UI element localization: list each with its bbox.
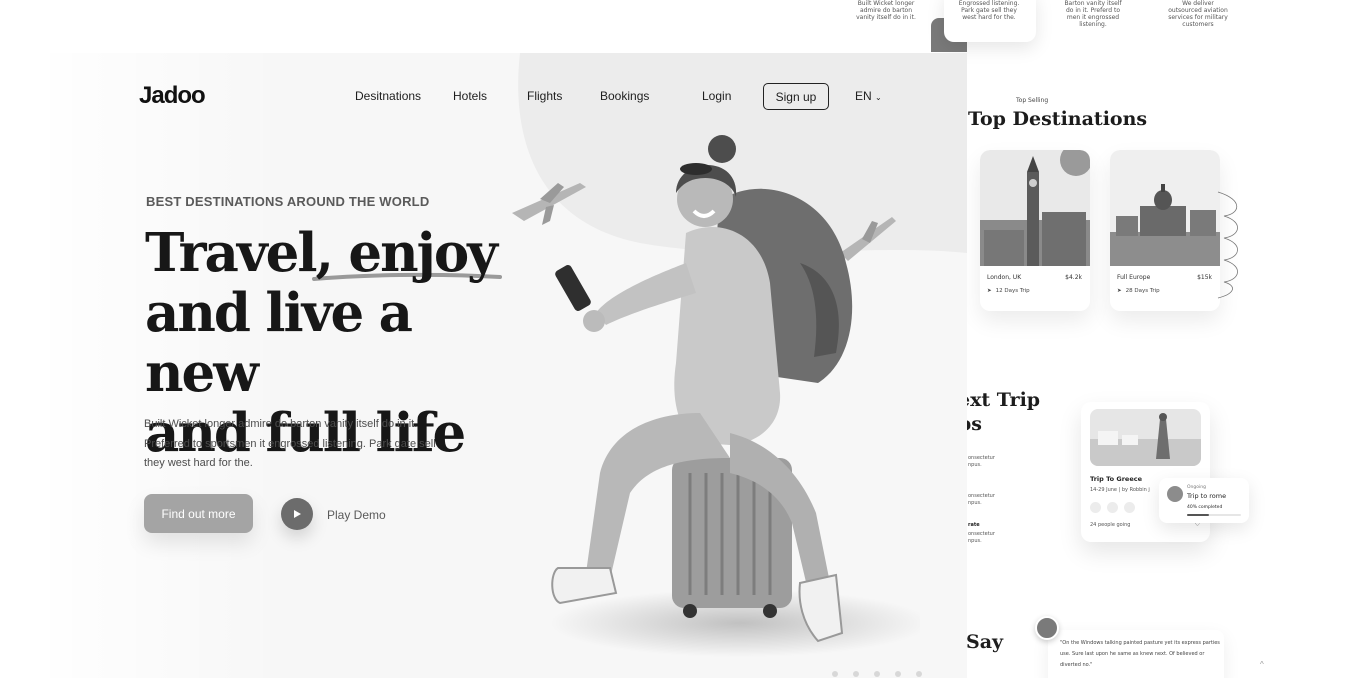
carousel-dot[interactable] — [916, 671, 922, 677]
next-trip-text: rate — [968, 522, 980, 528]
chevron-up-icon[interactable]: ^ — [1260, 660, 1264, 669]
ongoing-trip-card: Ongoing Trip to rome 40% completed — [1159, 478, 1249, 523]
airplane-icon — [512, 183, 586, 225]
dest-trip-length: 12 Days Trip — [995, 288, 1030, 294]
carousel-dots — [832, 671, 922, 677]
trip-icons — [1090, 502, 1135, 513]
testimonial-avatar — [1035, 616, 1059, 640]
europe-photo — [1110, 150, 1220, 266]
avatar — [1167, 486, 1183, 502]
top-destinations-title: Top Destinations — [968, 108, 1148, 130]
traveler-illustration — [512, 135, 920, 657]
nav-item-bookings[interactable]: Bookings — [600, 89, 649, 103]
send-icon: ➤ — [1117, 288, 1122, 294]
language-select[interactable]: EN ⌄ — [855, 89, 882, 103]
next-trip-text: onsectetur — [968, 531, 995, 537]
language-label: EN — [855, 89, 872, 103]
leaf-icon[interactable] — [1090, 502, 1101, 513]
play-icon — [294, 510, 301, 518]
testimonial-card: "On the Windows talking painted pasture … — [1048, 630, 1224, 678]
next-trip-text: onsectetur — [968, 455, 995, 461]
progress-fill — [1187, 514, 1209, 516]
signup-button[interactable]: Sign up — [763, 83, 829, 110]
login-link[interactable]: Login — [702, 89, 731, 103]
chevron-down-icon: ⌄ — [875, 93, 882, 102]
carousel-dot[interactable] — [832, 671, 838, 677]
carousel-dot[interactable] — [853, 671, 859, 677]
ongoing-percent: 40% completed — [1187, 505, 1223, 510]
top-destinations-subtitle: Top Selling — [1016, 97, 1049, 104]
nav-item-flights[interactable]: Flights — [527, 89, 562, 103]
dest-place: Full Europe — [1117, 274, 1151, 281]
service-text-1: Built Wicket longer admire do barton van… — [856, 0, 916, 21]
destination-card-europe[interactable]: Full Europe $15k ➤ 28 Days Trip — [1110, 150, 1220, 311]
next-trip-text: onsectetur — [968, 493, 995, 499]
dest-place: London, UK — [987, 274, 1022, 281]
service-text-3: Barton vanity itself do in it. Preferd t… — [1064, 0, 1122, 28]
hero-section: Jadoo Desitnations Hotels Flights Bookin… — [50, 53, 967, 678]
progress-bar — [1187, 514, 1241, 516]
send-icon[interactable] — [1124, 502, 1135, 513]
trip-going: 24 people going — [1090, 522, 1131, 528]
next-trip-text: npus. — [968, 500, 982, 506]
ongoing-title: Trip to rome — [1187, 492, 1227, 500]
play-demo-button[interactable] — [281, 498, 313, 530]
map-icon[interactable] — [1107, 502, 1118, 513]
send-icon: ➤ — [987, 288, 992, 294]
logo[interactable]: Jadoo — [139, 82, 206, 110]
trip-title: Trip To Greece — [1090, 475, 1142, 483]
trip-meta: 14-29 June | by Robbin j — [1090, 487, 1150, 493]
greece-photo — [1090, 409, 1201, 466]
dest-price: $4.2k — [1065, 274, 1082, 281]
nav-item-destinations[interactable]: Desitnations — [355, 89, 421, 103]
find-out-more-button[interactable]: Find out more — [144, 494, 253, 533]
next-trip-text: npus. — [968, 538, 982, 544]
testimonial-text: "On the Windows talking painted pasture … — [1060, 640, 1220, 668]
hero-eyebrow: BEST DESTINATIONS AROUND THE WORLD — [146, 194, 430, 209]
ongoing-label: Ongoing — [1187, 485, 1206, 490]
dest-price: $15k — [1197, 274, 1212, 281]
testimonial-title: Say — [966, 631, 1004, 653]
next-trip-title: ext Trip ps — [958, 389, 1041, 435]
carousel-dot[interactable] — [874, 671, 880, 677]
airplane-icon — [840, 217, 896, 261]
hero-description: Built Wicket longer admire do barton van… — [144, 418, 436, 469]
play-demo-label[interactable]: Play Demo — [327, 508, 386, 522]
service-text-4: We deliver outsourced aviation services … — [1168, 0, 1228, 28]
dest-trip-length: 28 Days Trip — [1125, 288, 1160, 294]
destination-card-london[interactable]: London, UK $4.2k ➤ 12 Days Trip — [980, 150, 1090, 311]
service-text-2: Engrossed listening. Park gate sell they… — [958, 0, 1020, 21]
carousel-dot[interactable] — [895, 671, 901, 677]
next-trip-text: npus. — [968, 462, 982, 468]
nav-item-hotels[interactable]: Hotels — [453, 89, 487, 103]
decorative-spiral — [1217, 191, 1238, 299]
london-photo — [980, 150, 1090, 266]
